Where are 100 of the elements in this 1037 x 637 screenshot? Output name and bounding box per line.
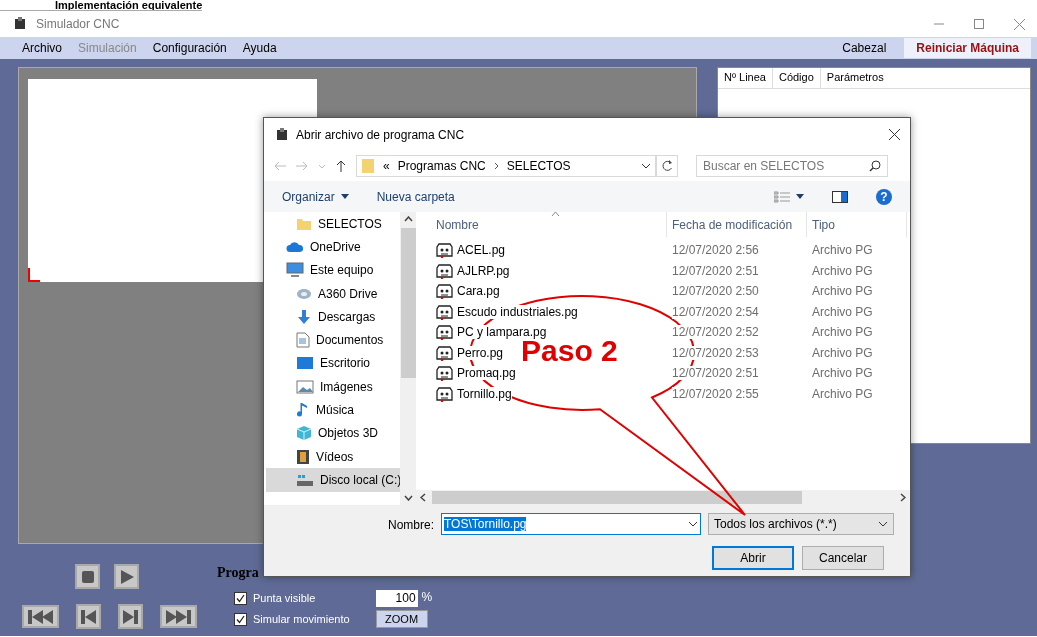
help-button[interactable]: ?	[876, 188, 892, 205]
app-icon	[12, 16, 28, 32]
nav-item[interactable]: Este equipo	[266, 258, 400, 282]
column-header[interactable]: Nº Linea	[718, 68, 773, 88]
check-icon	[236, 594, 245, 603]
drive-icon	[296, 286, 312, 301]
menu-item[interactable]: Ayuda	[234, 38, 285, 58]
step-forward-icon	[123, 609, 138, 624]
file-icon	[436, 242, 453, 259]
view-button[interactable]	[774, 190, 804, 203]
music-note-icon	[296, 402, 310, 418]
checkbox[interactable]	[234, 592, 247, 605]
list-view-icon	[774, 190, 790, 203]
computer-icon	[286, 262, 304, 279]
nav-item[interactable]: Música	[266, 398, 400, 422]
menu-item[interactable]: Archivo	[14, 38, 70, 58]
document-icon	[296, 332, 310, 349]
file-date: 12/07/2020 2:52	[672, 325, 759, 340]
column-header[interactable]: Fecha de modificación	[667, 212, 807, 237]
film-icon	[296, 448, 310, 465]
check-icon	[236, 614, 245, 624]
checkbox[interactable]	[234, 612, 247, 626]
nav-item[interactable]: Vídeos	[266, 444, 400, 469]
file-icon	[436, 365, 453, 382]
open-button[interactable]: Abrir	[712, 546, 794, 570]
file-name: Cara.pg	[457, 284, 500, 299]
stop-icon	[81, 570, 94, 583]
search-icon	[869, 160, 881, 172]
nav-item[interactable]: Documentos	[266, 328, 400, 352]
file-icon	[436, 283, 453, 300]
refresh-icon	[661, 160, 673, 172]
chevron-left-icon	[420, 493, 426, 502]
last-button[interactable]	[160, 605, 197, 628]
address-bar[interactable]: « Programas CNC SELECTOS	[356, 155, 656, 177]
stop-button[interactable]	[75, 564, 100, 589]
breadcrumb-overflow[interactable]: «	[383, 159, 390, 173]
file-type: Archivo PG	[812, 345, 873, 360]
chevron-right-icon	[900, 493, 906, 502]
percent-label: %	[421, 590, 433, 604]
up-arrow-icon	[336, 160, 346, 172]
search-field[interactable]: Buscar en SELECTOS	[696, 155, 888, 177]
app-icon	[274, 126, 290, 143]
next-button[interactable]	[118, 604, 143, 629]
chevron-down-icon	[641, 163, 651, 169]
file-name: AJLRP.pg	[457, 263, 510, 278]
file-type: Archivo PG	[812, 386, 873, 401]
nav-item[interactable]: Descargas	[266, 305, 400, 329]
menu-item[interactable]: Cabezal	[830, 38, 899, 58]
previous-button[interactable]	[76, 604, 101, 629]
scrollbar[interactable]	[416, 490, 910, 505]
maximize-icon[interactable]	[974, 19, 984, 29]
filename-field[interactable]: TOS\Tornillo.pg	[441, 513, 701, 535]
desktop-icon	[296, 356, 314, 371]
cancel-button[interactable]: Cancelar	[802, 546, 884, 570]
nav-item[interactable]: OneDrive	[266, 235, 400, 259]
play-icon	[119, 569, 134, 584]
file-date: 12/07/2020 2:55	[672, 386, 759, 401]
nav-item[interactable]: Objetos 3D	[266, 421, 400, 445]
column-header[interactable]: Parámetros	[820, 68, 890, 88]
file-date: 12/07/2020 2:51	[672, 366, 759, 381]
new-folder-button[interactable]: Nueva carpeta	[376, 189, 455, 204]
column-header[interactable]: Código	[772, 68, 821, 88]
zoom-button[interactable]: ZOOM	[375, 610, 428, 629]
scrollbar[interactable]	[400, 212, 416, 505]
folder-icon	[361, 158, 375, 174]
chevron-down-icon	[403, 495, 413, 501]
checkbox-label: Simular movimiento	[253, 613, 350, 626]
pictures-icon	[296, 379, 314, 394]
nav-item[interactable]: Disco local (C:)	[266, 468, 400, 492]
refresh-button[interactable]	[656, 155, 678, 177]
chevron-up-icon	[403, 216, 413, 222]
play-button[interactable]	[114, 564, 139, 589]
nav-item[interactable]: A360 Drive	[266, 281, 400, 306]
menu-item[interactable]: Reiniciar Máquina	[904, 38, 1031, 58]
file-type-dropdown[interactable]: Todos los archivos (*.*)	[708, 513, 894, 535]
column-header[interactable]: Nombre	[416, 212, 667, 237]
window-title: Simulador CNC	[36, 17, 121, 31]
menu-item[interactable]: Configuración	[144, 38, 235, 58]
back-arrow-icon	[274, 161, 286, 171]
close-icon[interactable]	[889, 129, 900, 140]
preview-pane-icon	[832, 190, 848, 203]
disk-icon	[296, 472, 314, 487]
file-name: ACEL.pg	[457, 243, 506, 258]
nav-item[interactable]: Escritorio	[266, 351, 400, 376]
file-icon	[436, 344, 453, 361]
breadcrumb-item[interactable]: Programas CNC	[397, 159, 486, 173]
organize-button[interactable]: Organizar	[282, 189, 349, 204]
nav-item[interactable]: Imágenes	[266, 375, 400, 399]
chevron-right-icon	[493, 162, 499, 170]
first-button[interactable]	[22, 605, 59, 628]
forward-arrow-icon	[296, 161, 308, 171]
caret-icon	[340, 194, 349, 199]
zoom-field[interactable]: 100	[375, 590, 418, 607]
column-header[interactable]: Tipo	[807, 212, 907, 237]
nav-item[interactable]: SELECTOS	[266, 212, 400, 236]
chevron-down-icon	[688, 521, 698, 527]
filename-label: Nombre:	[387, 517, 434, 532]
breadcrumb-item[interactable]: SELECTOS	[506, 159, 571, 173]
file-name: Tornillo.pg	[457, 386, 512, 401]
file-icon	[436, 262, 453, 279]
